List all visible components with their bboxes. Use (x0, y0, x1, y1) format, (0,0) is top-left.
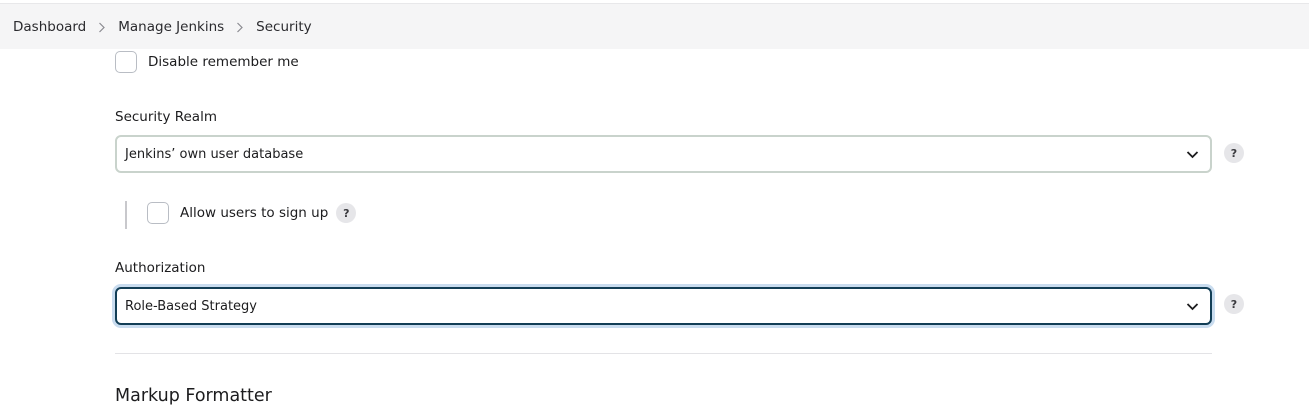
security-realm-value: Jenkins’ own user database (125, 146, 304, 162)
authorization-value: Role-Based Strategy (125, 298, 257, 314)
authorization-label: Authorization (115, 260, 206, 276)
disable-remember-me-label: Disable remember me (148, 54, 299, 70)
breadcrumb: Dashboard Manage Jenkins Security (12, 4, 313, 50)
chevron-right-icon (87, 22, 117, 33)
breadcrumb-dashboard[interactable]: Dashboard (12, 19, 87, 35)
markup-formatter-heading: Markup Formatter (115, 386, 272, 406)
nested-option-indent-bar (125, 201, 127, 229)
disable-remember-me-checkbox[interactable] (115, 51, 137, 73)
section-divider (115, 353, 1212, 354)
allow-signup-label: Allow users to sign up (180, 205, 329, 221)
security-realm-help-icon[interactable]: ? (1224, 143, 1244, 163)
breadcrumb-manage-jenkins[interactable]: Manage Jenkins (117, 19, 225, 35)
top-bar: Dashboard Manage Jenkins Security (0, 3, 1309, 49)
chevron-down-icon (1186, 151, 1199, 159)
chevron-down-icon (1186, 303, 1199, 311)
security-realm-select[interactable]: Jenkins’ own user database (115, 135, 1212, 173)
allow-signup-row: Allow users to sign up ? (147, 202, 357, 224)
authorization-select[interactable]: Role-Based Strategy (115, 287, 1212, 325)
disable-remember-me-row: Disable remember me (115, 51, 299, 73)
security-realm-label: Security Realm (115, 109, 217, 125)
authorization-help-icon[interactable]: ? (1224, 294, 1244, 314)
allow-signup-help-icon[interactable]: ? (336, 203, 357, 223)
breadcrumb-security[interactable]: Security (255, 19, 312, 35)
chevron-right-icon (225, 22, 255, 33)
allow-signup-checkbox[interactable] (147, 202, 169, 224)
